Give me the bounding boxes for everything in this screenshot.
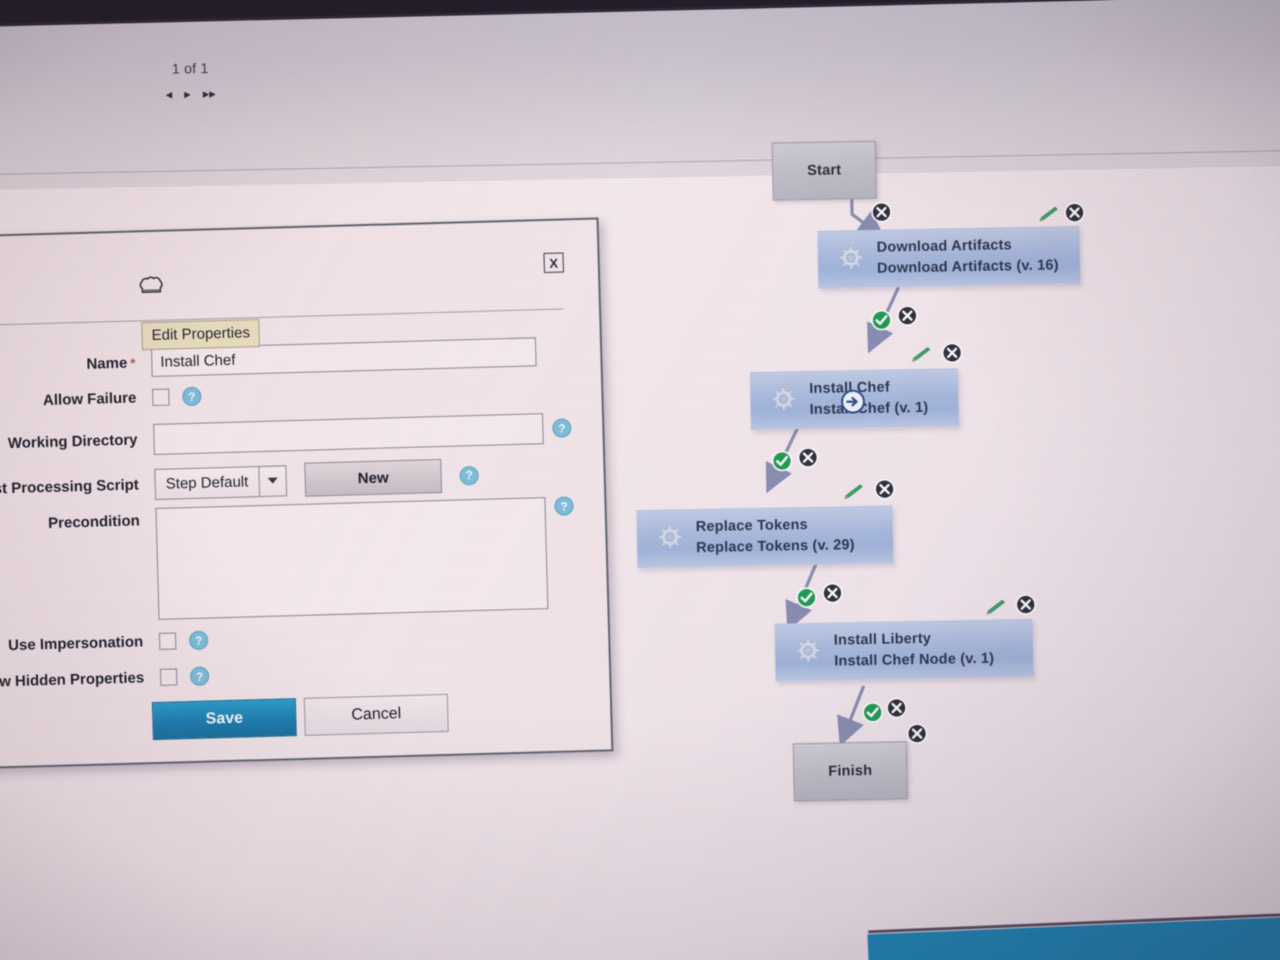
check-circle-icon[interactable] xyxy=(862,702,883,723)
x-circle-icon[interactable] xyxy=(906,723,928,744)
post-processing-script-select[interactable]: Step Default xyxy=(154,464,288,500)
field-row-name: Name * Install Chef xyxy=(0,336,571,383)
precondition-label: Precondition xyxy=(47,512,141,532)
x-circle-icon[interactable] xyxy=(1015,594,1037,615)
node-title: Finish xyxy=(828,762,873,780)
chef-hat-icon xyxy=(139,276,163,294)
use-impersonation-label: Use Impersonation xyxy=(7,633,144,655)
x-circle-icon[interactable] xyxy=(886,697,907,719)
gear-icon xyxy=(657,524,683,550)
workflow-node-replace-tokens[interactable]: Replace Tokens Replace Tokens (v. 29) xyxy=(636,505,894,569)
check-circle-icon[interactable] xyxy=(871,309,892,331)
name-label: Name * xyxy=(86,354,136,373)
x-circle-icon[interactable] xyxy=(897,305,918,326)
next-page-icon[interactable]: ▸ xyxy=(184,86,191,101)
tooltip-edit-properties: Edit Properties xyxy=(141,318,261,351)
chevron-down-icon[interactable] xyxy=(257,465,287,496)
pencil-icon[interactable] xyxy=(1037,206,1060,223)
close-icon[interactable]: X xyxy=(543,252,565,274)
x-circle-icon[interactable] xyxy=(797,447,819,468)
working-directory-input[interactable] xyxy=(153,413,544,455)
node-title: Start xyxy=(807,162,842,179)
dialog-title: operties xyxy=(0,260,598,279)
pencil-icon[interactable] xyxy=(909,347,932,364)
allow-failure-label: Allow Failure xyxy=(42,389,137,410)
field-row-show-hidden-properties: Show Hidden Properties ? xyxy=(0,656,579,693)
x-circle-icon[interactable] xyxy=(1064,202,1085,223)
gear-icon xyxy=(795,638,821,663)
field-row-allow-failure: Allow Failure ? xyxy=(0,376,571,413)
workflow-node-start[interactable]: Start xyxy=(771,140,877,201)
node-subtitle: Install Chef (v. 1) xyxy=(809,399,929,418)
pencil-icon[interactable] xyxy=(842,484,865,501)
cancel-button[interactable]: Cancel xyxy=(303,693,449,736)
check-circle-icon[interactable] xyxy=(796,587,817,608)
gear-icon xyxy=(771,386,796,412)
workflow-node-install-liberty[interactable]: Install Liberty Install Chef Node (v. 1) xyxy=(774,618,1034,682)
allow-failure-checkbox[interactable] xyxy=(152,388,170,407)
node-title: Replace Tokens xyxy=(695,517,809,536)
workflow-node-finish[interactable]: Finish xyxy=(792,741,908,802)
use-impersonation-checkbox[interactable] xyxy=(158,632,177,650)
required-marker: * xyxy=(130,355,136,371)
node-subtitle: Download Artifacts (v. 16) xyxy=(876,257,1059,277)
last-page-icon[interactable]: ▸▸ xyxy=(203,86,216,101)
help-icon[interactable]: ? xyxy=(189,666,210,687)
monitor-photo: 1 of 1 ◂ ▸ ▸▸ nges xyxy=(0,0,1280,960)
edit-properties-dialog: operties X Edit Properties Name* Install… xyxy=(0,217,614,771)
field-row-use-impersonation: Use Impersonation ? xyxy=(0,620,578,657)
precondition-textarea[interactable] xyxy=(155,497,549,620)
x-circle-icon[interactable] xyxy=(941,342,963,364)
prev-page-icon[interactable]: ◂ xyxy=(166,87,173,102)
help-icon[interactable]: ? xyxy=(182,386,202,407)
help-icon[interactable]: ? xyxy=(552,418,572,438)
x-circle-icon[interactable] xyxy=(871,201,892,223)
pagination-control: 1 of 1 ◂ ▸ ▸▸ xyxy=(110,59,271,102)
show-hidden-properties-checkbox[interactable] xyxy=(159,668,178,686)
x-circle-icon[interactable] xyxy=(822,582,843,604)
node-subtitle: Replace Tokens (v. 29) xyxy=(695,537,855,557)
save-button[interactable]: Save xyxy=(151,698,297,741)
post-processing-script-label: Post Processing Script xyxy=(0,475,140,498)
working-directory-label: Working Directory xyxy=(7,431,138,453)
x-circle-icon[interactable] xyxy=(874,478,895,500)
pencil-icon[interactable] xyxy=(984,599,1007,616)
new-script-button[interactable]: New xyxy=(304,458,443,497)
screen-surface: 1 of 1 ◂ ▸ ▸▸ nges xyxy=(0,0,1280,960)
help-icon[interactable]: ? xyxy=(459,465,479,485)
show-hidden-properties-label: Show Hidden Properties xyxy=(0,669,145,692)
help-icon[interactable]: ? xyxy=(554,496,574,516)
node-subtitle: Install Chef Node (v. 1) xyxy=(834,650,995,670)
node-title: Install Liberty xyxy=(833,631,932,649)
gear-icon xyxy=(838,245,864,270)
check-circle-icon[interactable] xyxy=(771,450,793,472)
dialog-divider xyxy=(0,308,564,327)
field-row-working-directory: Working Directory ? xyxy=(0,411,603,461)
select-value: Step Default xyxy=(165,472,249,493)
field-row-precondition: Precondition ? xyxy=(0,495,607,626)
workflow-node-download-artifacts[interactable]: Download Artifacts Download Artifacts (v… xyxy=(817,225,1081,289)
pagination-count: 1 of 1 xyxy=(171,59,209,77)
help-icon[interactable]: ? xyxy=(188,630,209,651)
move-cursor-icon xyxy=(841,389,865,414)
node-title: Install Chef xyxy=(809,379,890,398)
